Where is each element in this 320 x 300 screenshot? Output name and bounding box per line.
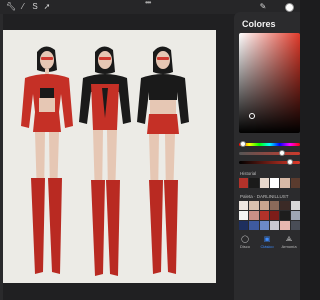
left-boot <box>31 178 45 274</box>
history-swatch[interactable] <box>280 178 290 188</box>
palette-swatches <box>239 201 300 230</box>
palette-swatch[interactable] <box>269 211 280 220</box>
color-mode-tabs: ◯ Disco ▣ Clásico ⟁ Armonía <box>234 236 300 254</box>
midriff <box>150 100 176 114</box>
palette-swatch[interactable] <box>239 211 249 220</box>
colors-panel: Colores Historial Paleta · DARLINILLUST … <box>234 12 300 300</box>
tab-label: Armonía <box>281 244 297 249</box>
disc-icon: ◯ <box>241 236 249 243</box>
history-swatch[interactable] <box>269 178 280 188</box>
palette-swatch[interactable] <box>290 211 300 220</box>
crop-body <box>149 86 177 100</box>
hue-knob[interactable] <box>240 141 246 147</box>
history-swatch[interactable] <box>239 178 249 188</box>
tab-disc[interactable]: ◯ Disco <box>234 236 256 254</box>
inner-top <box>40 88 54 98</box>
brightness-slider[interactable] <box>239 159 300 165</box>
right-boot <box>106 180 120 276</box>
tab-label: Clásico <box>260 244 274 249</box>
palette-swatch[interactable] <box>249 201 259 210</box>
figure-black-bodysuit <box>79 46 131 276</box>
right-boot <box>48 178 62 274</box>
sunglasses <box>157 57 169 60</box>
palette-swatch[interactable] <box>290 201 300 210</box>
tab-square[interactable]: ▣ Clásico <box>256 236 278 254</box>
palette-swatch[interactable] <box>269 201 280 210</box>
saturation-slider[interactable] <box>239 150 300 156</box>
shorts <box>33 112 61 132</box>
sunglasses <box>99 57 111 60</box>
palette-swatch[interactable] <box>269 221 280 230</box>
selection-icon[interactable]: S <box>30 2 40 12</box>
harmony-icon: ⟁ <box>285 236 293 243</box>
right-boot <box>164 180 178 274</box>
brightness-knob[interactable] <box>287 159 293 165</box>
panel-title: Colores <box>242 19 276 29</box>
palette-swatch[interactable] <box>259 201 269 210</box>
palette-swatch[interactable] <box>239 201 249 210</box>
history-swatch[interactable] <box>290 178 300 188</box>
palette-swatch[interactable] <box>249 221 259 230</box>
fashion-illustration <box>21 46 189 276</box>
history-swatch[interactable] <box>249 178 259 188</box>
square-icon: ▣ <box>263 236 271 243</box>
current-color-swatch[interactable] <box>285 3 294 12</box>
palette-swatch[interactable] <box>290 221 300 230</box>
wrench-icon[interactable]: 🔧︎ <box>6 2 16 12</box>
hue-slider[interactable] <box>239 141 300 147</box>
transform-arrow-icon[interactable]: ➚ <box>42 2 52 12</box>
palette-swatch[interactable] <box>280 211 290 220</box>
saturation-knob[interactable] <box>279 150 285 156</box>
drawing-canvas[interactable] <box>3 30 216 283</box>
figure-black-crop-top <box>137 46 189 274</box>
palette-swatch[interactable] <box>249 211 259 220</box>
tab-harmony[interactable]: ⟁ Armonía <box>278 236 300 254</box>
tab-label: Disco <box>239 244 250 249</box>
magic-wand-icon[interactable]: ⁄ <box>18 2 28 12</box>
picker-handle[interactable] <box>249 113 255 119</box>
shorts <box>147 114 179 134</box>
left-boot <box>91 180 105 276</box>
palette-swatch[interactable] <box>280 221 290 230</box>
palette-label: Paleta · DARLINILLUST <box>240 194 289 199</box>
palette-swatch[interactable] <box>239 221 249 230</box>
procreate-app: 🔧︎ ⁄ S ➚ ••• ✎ Colores Historial Paleta … <box>0 0 300 300</box>
color-picker-square[interactable] <box>239 33 300 133</box>
brush-icon[interactable]: ✎ <box>258 2 268 12</box>
history-swatch[interactable] <box>259 178 269 188</box>
figure-red-jacket <box>21 46 73 274</box>
left-boot <box>149 180 163 274</box>
history-swatches <box>239 178 300 188</box>
midriff <box>39 98 55 112</box>
sunglasses <box>41 57 53 60</box>
palette-swatch[interactable] <box>280 201 290 210</box>
more-icon[interactable]: ••• <box>145 0 157 7</box>
history-label: Historial <box>240 171 257 176</box>
palette-swatch[interactable] <box>259 211 269 220</box>
palette-swatch[interactable] <box>259 221 269 230</box>
